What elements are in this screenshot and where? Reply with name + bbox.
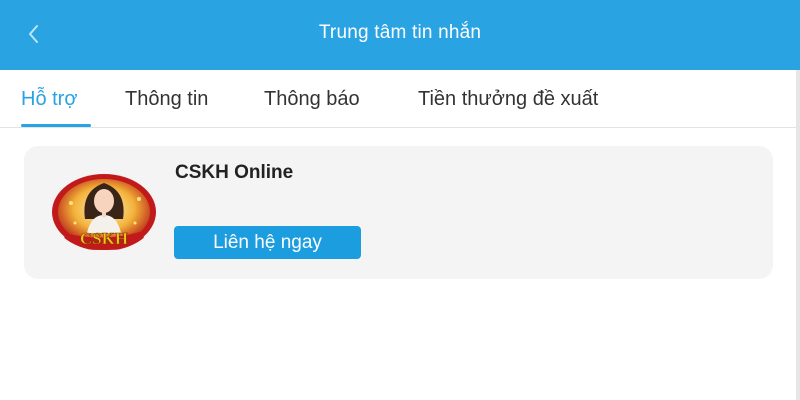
tab-notifications[interactable]: Thông báo	[264, 70, 360, 127]
tab-info[interactable]: Thông tin	[125, 70, 208, 127]
cskh-avatar: CSKH	[51, 173, 157, 251]
message-center-screen: Trung tâm tin nhắn Hỗ trợ Thông tin Thôn…	[0, 0, 800, 400]
tab-support[interactable]: Hỗ trợ	[21, 70, 77, 127]
page-title: Trung tâm tin nhắn	[318, 22, 482, 43]
tab-referral-bonus[interactable]: Tiền thưởng đề xuất	[418, 70, 598, 127]
contact-now-button[interactable]: Liên hệ ngay	[174, 226, 361, 259]
tab-bar: Hỗ trợ Thông tin Thông báo Tiền thưởng đ…	[0, 70, 800, 128]
support-card-title: CSKH Online	[175, 162, 294, 183]
app-header: Trung tâm tin nhắn	[0, 0, 800, 70]
cskh-avatar-image: CSKH	[52, 174, 156, 250]
scrollbar-track	[796, 70, 800, 400]
cskh-logo-text: CSKH	[80, 229, 128, 248]
active-tab-indicator	[21, 124, 91, 127]
